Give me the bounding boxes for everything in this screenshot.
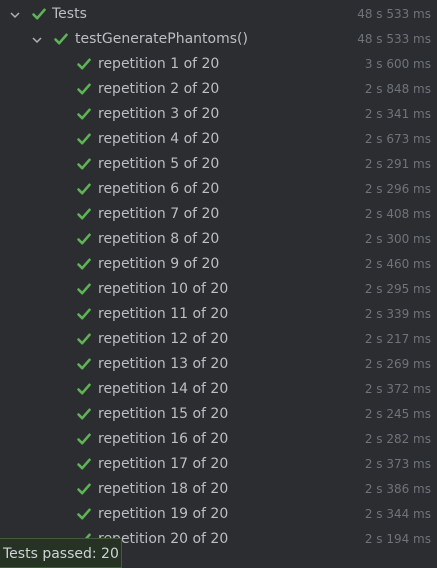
tests-passed-text: Tests passed: 20 [3,546,119,562]
check-icon [76,356,92,372]
repetition-label: repetition 3 of 20 [98,106,220,122]
check-icon [76,231,92,247]
tree-row-test-method[interactable]: testGeneratePhantoms() 48 s 533 ms [0,27,437,52]
tree-row-repetition-4[interactable]: repetition 4 of 20 2 s 673 ms [0,127,437,152]
repetition-label: repetition 17 of 20 [98,456,229,472]
repetition-duration: 2 s 217 ms [364,332,431,346]
check-icon [76,431,92,447]
tests-root-duration: 48 s 533 ms [357,7,431,21]
check-icon [53,31,69,47]
repetition-duration: 2 s 300 ms [364,232,431,246]
tree-row-repetition-10[interactable]: repetition 10 of 20 2 s 295 ms [0,277,437,302]
repetition-label: repetition 2 of 20 [98,81,220,97]
tree-row-repetition-11[interactable]: repetition 11 of 20 2 s 339 ms [0,302,437,327]
chevron-down-icon[interactable] [9,9,21,21]
tree-row-repetition-14[interactable]: repetition 14 of 20 2 s 372 ms [0,377,437,402]
repetition-duration: 2 s 194 ms [364,532,431,546]
check-icon [76,81,92,97]
repetition-label: repetition 14 of 20 [98,381,229,397]
repetition-duration: 2 s 372 ms [364,382,431,396]
tree-row-repetition-18[interactable]: repetition 18 of 20 2 s 386 ms [0,477,437,502]
check-icon [76,406,92,422]
check-icon [76,281,92,297]
check-icon [76,481,92,497]
tree-row-repetition-12[interactable]: repetition 12 of 20 2 s 217 ms [0,327,437,352]
repetition-duration: 2 s 408 ms [364,207,431,221]
repetition-duration: 2 s 673 ms [364,132,431,146]
repetition-duration: 2 s 373 ms [364,457,431,471]
tree-row-repetition-7[interactable]: repetition 7 of 20 2 s 408 ms [0,202,437,227]
check-icon [76,331,92,347]
repetition-duration: 2 s 296 ms [364,182,431,196]
check-icon [76,156,92,172]
repetition-duration: 3 s 600 ms [364,57,431,71]
repetition-label: repetition 1 of 20 [98,56,220,72]
repetition-duration: 2 s 245 ms [364,407,431,421]
repetition-label: repetition 18 of 20 [98,481,229,497]
repetition-label: repetition 8 of 20 [98,231,220,247]
check-icon [76,381,92,397]
tests-root-label: Tests [52,6,87,22]
tree-row-repetition-15[interactable]: repetition 15 of 20 2 s 245 ms [0,402,437,427]
tests-passed-notification[interactable]: Tests passed: 20 [0,538,122,568]
repetition-duration: 2 s 291 ms [364,157,431,171]
tree-row-repetition-6[interactable]: repetition 6 of 20 2 s 296 ms [0,177,437,202]
repetition-duration: 2 s 344 ms [364,507,431,521]
repetition-duration: 2 s 341 ms [364,107,431,121]
check-icon [31,6,47,22]
repetition-label: repetition 12 of 20 [98,331,229,347]
check-icon [76,106,92,122]
repetition-duration: 2 s 386 ms [364,482,431,496]
repetition-label: repetition 10 of 20 [98,281,229,297]
tree-row-repetition-19[interactable]: repetition 19 of 20 2 s 344 ms [0,502,437,527]
repetition-label: repetition 15 of 20 [98,406,229,422]
tree-row-repetition-9[interactable]: repetition 9 of 20 2 s 460 ms [0,252,437,277]
check-icon [76,256,92,272]
tree-row-repetition-2[interactable]: repetition 2 of 20 2 s 848 ms [0,77,437,102]
tree-row-repetition-1[interactable]: repetition 1 of 20 3 s 600 ms [0,52,437,77]
check-icon [76,131,92,147]
repetition-duration: 2 s 460 ms [364,257,431,271]
repetition-label: repetition 7 of 20 [98,206,220,222]
repetition-label: repetition 5 of 20 [98,156,220,172]
test-results-tree: Tests 48 s 533 ms testGeneratePhantoms()… [0,0,437,567]
check-icon [76,56,92,72]
check-icon [76,506,92,522]
tree-row-repetition-17[interactable]: repetition 17 of 20 2 s 373 ms [0,452,437,477]
tree-row-repetition-13[interactable]: repetition 13 of 20 2 s 269 ms [0,352,437,377]
test-method-label: testGeneratePhantoms() [75,31,248,47]
tree-row-repetition-5[interactable]: repetition 5 of 20 2 s 291 ms [0,152,437,177]
repetition-duration: 2 s 282 ms [364,432,431,446]
repetition-duration: 2 s 269 ms [364,357,431,371]
repetition-label: repetition 9 of 20 [98,256,220,272]
check-icon [76,181,92,197]
tree-row-tests-root[interactable]: Tests 48 s 533 ms [0,2,437,27]
repetition-label: repetition 19 of 20 [98,506,229,522]
repetition-label: repetition 13 of 20 [98,356,229,372]
repetition-duration: 2 s 848 ms [364,82,431,96]
chevron-down-icon[interactable] [31,34,43,46]
test-method-duration: 48 s 533 ms [357,32,431,46]
check-icon [76,206,92,222]
check-icon [76,456,92,472]
tree-row-repetition-3[interactable]: repetition 3 of 20 2 s 341 ms [0,102,437,127]
tree-row-repetition-16[interactable]: repetition 16 of 20 2 s 282 ms [0,427,437,452]
repetition-label: repetition 6 of 20 [98,181,220,197]
repetition-label: repetition 16 of 20 [98,431,229,447]
check-icon [76,306,92,322]
repetition-label: repetition 11 of 20 [98,306,229,322]
repetition-label: repetition 4 of 20 [98,131,220,147]
tree-row-repetition-8[interactable]: repetition 8 of 20 2 s 300 ms [0,227,437,252]
repetition-duration: 2 s 339 ms [364,307,431,321]
repetition-duration: 2 s 295 ms [364,282,431,296]
